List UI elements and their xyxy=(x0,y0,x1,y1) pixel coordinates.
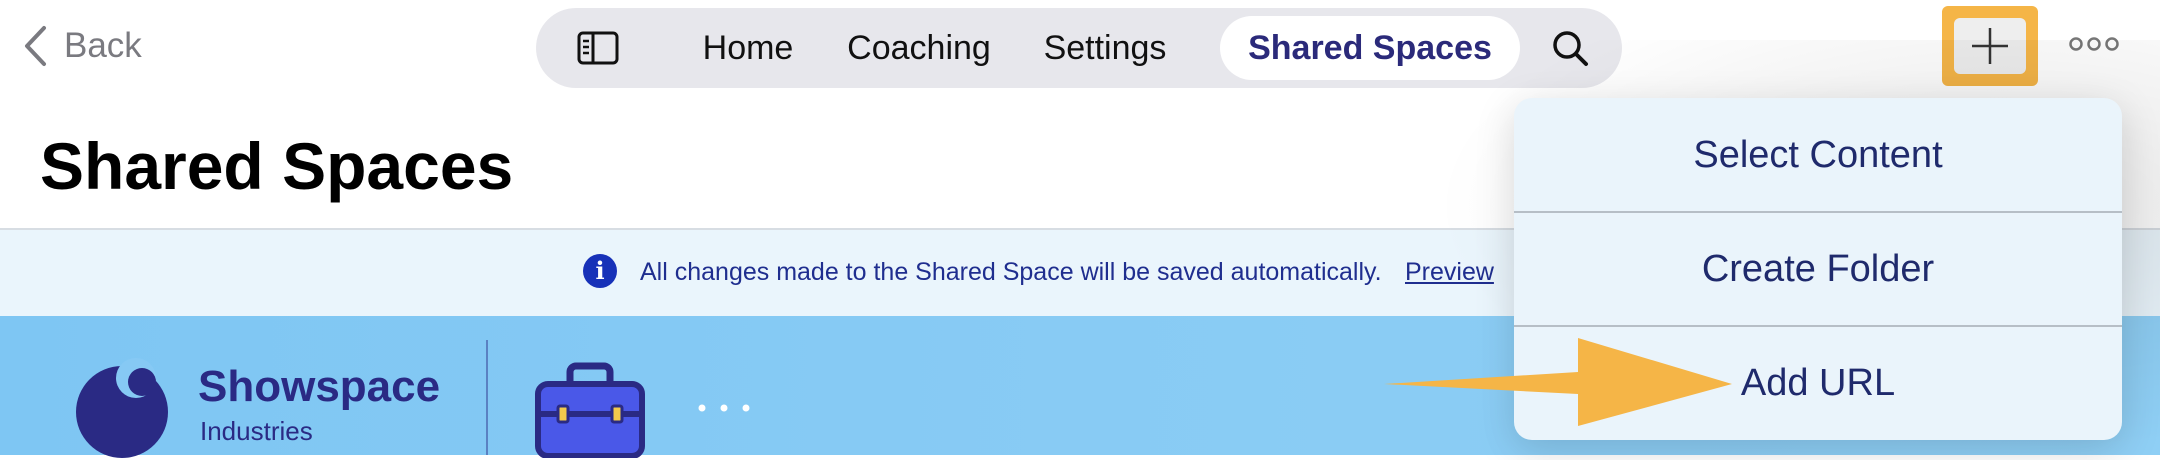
hero-divider xyxy=(486,340,488,455)
more-button[interactable] xyxy=(2066,30,2122,58)
banner-message: All changes made to the Shared Space wil… xyxy=(640,258,1382,286)
ellipsis-icon[interactable] xyxy=(694,402,754,414)
back-label: Back xyxy=(64,26,142,65)
brand-subtitle: Industries xyxy=(200,416,313,446)
tab-shared-spaces[interactable]: Shared Spaces xyxy=(1220,16,1520,80)
top-bar: Back Home Coaching Settings Shared Space… xyxy=(0,0,2160,96)
search-button[interactable] xyxy=(1548,26,1594,72)
chevron-left-icon xyxy=(25,26,46,66)
preview-link[interactable]: Preview xyxy=(1405,258,1494,287)
add-button[interactable] xyxy=(1954,18,2026,74)
tab-coaching[interactable]: Coaching xyxy=(836,16,1002,80)
menu-item-create-folder[interactable]: Create Folder xyxy=(1514,212,2122,326)
nav-pill: Home Coaching Settings Shared Spaces xyxy=(536,8,1622,88)
menu-item-select-content[interactable]: Select Content xyxy=(1514,98,2122,212)
showspace-logo-icon xyxy=(76,358,168,458)
tab-settings[interactable]: Settings xyxy=(1032,16,1178,80)
add-button-highlight xyxy=(1942,6,2038,86)
back-button[interactable]: Back xyxy=(22,22,142,70)
search-icon xyxy=(1553,31,1588,66)
briefcase-icon[interactable] xyxy=(534,362,646,458)
brand-name: Showspace xyxy=(198,362,441,411)
page-title: Shared Spaces xyxy=(40,129,514,203)
info-icon: i xyxy=(583,254,617,288)
plus-icon xyxy=(1972,28,2008,64)
pointer-arrow-icon xyxy=(1384,338,1732,426)
tab-home[interactable]: Home xyxy=(688,16,808,80)
sidebar-toggle-icon xyxy=(577,31,619,65)
more-icon xyxy=(2069,37,2119,51)
sidebar-toggle-button[interactable] xyxy=(576,26,620,70)
